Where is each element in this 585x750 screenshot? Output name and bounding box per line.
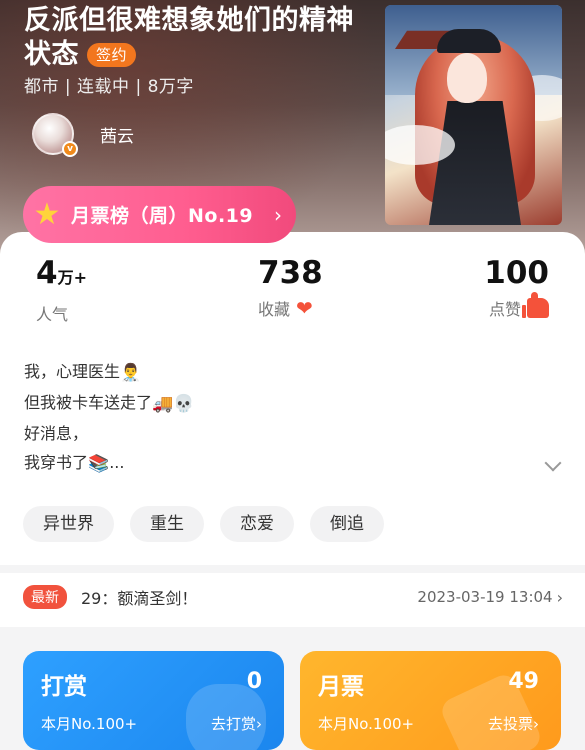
book-title: 反派但很难想象她们的精神状态 签约 [24, 4, 374, 72]
popularity-unit: 万+ [57, 268, 87, 287]
popularity-stat: 4万+ 人气 [36, 254, 87, 325]
reward-title: 打赏 [41, 674, 87, 700]
tag[interactable]: 恋爱 [220, 506, 294, 542]
doctor-emoji-icon: 👨‍⚕️ [120, 363, 142, 383]
truck-skull-emoji-icon: 🚚💀 [152, 394, 195, 414]
synopsis[interactable]: 我，心理医生👨‍⚕️ 但我被卡车送走了🚚💀 好消息， 我穿书了📚... [24, 357, 544, 479]
ticket-count: 49 [508, 669, 539, 694]
favorites-label: 收藏 [258, 300, 291, 319]
tag[interactable]: 倒追 [310, 506, 384, 542]
latest-chapter-time: 2023-03-19 13:04 [417, 588, 553, 606]
monthly-ticket-rank-button[interactable]: ★ 月票榜（周）No.19 › [23, 186, 296, 243]
reward-link-label: 去打赏 [210, 715, 256, 733]
signed-badge: 签约 [87, 43, 137, 67]
favorites-stat[interactable]: 738 收藏 ❤ [258, 254, 323, 320]
reward-count: 0 [246, 669, 262, 694]
favorites-value: 738 [258, 255, 323, 291]
popularity-value: 4 [36, 255, 58, 291]
popularity-label: 人气 [36, 305, 69, 324]
heart-icon[interactable]: ❤ [296, 296, 313, 320]
books-emoji-icon: 📚 [88, 454, 110, 474]
tag-list: 异世界 重生 恋爱 倒追 [23, 506, 384, 542]
book-detail-card: 4万+ 人气 738 收藏 ❤ 100 点赞 我，心理医生👨‍⚕️ 但我被卡车送走… [0, 232, 585, 627]
reward-link[interactable]: 去打赏› [211, 713, 262, 734]
reward-card[interactable]: 打赏 0 本月No.100+ 去打赏› [23, 651, 284, 750]
book-cover-image[interactable] [385, 5, 562, 225]
synopsis-line-1: 我，心理医生 [24, 362, 121, 381]
vote-link-label: 去投票 [487, 715, 533, 733]
section-divider [0, 565, 585, 573]
latest-chapter-row[interactable]: 最新 29：额滴圣剑！ 2023-03-19 13:04 › [23, 581, 563, 613]
book-meta: 都市 | 连载中 | 8万字 [24, 77, 194, 97]
ticket-rank: 本月No.100+ [318, 715, 415, 733]
new-badge: 最新 [23, 585, 67, 609]
likes-value: 100 [484, 255, 549, 291]
author-avatar[interactable]: v [32, 113, 78, 157]
star-icon: ★ [33, 196, 61, 232]
likes-label: 点赞 [488, 300, 521, 319]
chevron-down-icon[interactable] [544, 454, 562, 472]
rank-label: 月票榜（周）No.19 [71, 205, 254, 227]
author-name[interactable]: 茜云 [100, 122, 134, 147]
thumbs-up-icon[interactable] [522, 292, 549, 318]
book-title-text: 反派但很难想象她们的精神状态 [24, 5, 354, 70]
vote-link[interactable]: 去投票› [488, 713, 539, 734]
tag[interactable]: 异世界 [23, 506, 114, 542]
chevron-right-icon: › [556, 587, 563, 607]
synopsis-line-3: 好消息， [24, 424, 89, 443]
reward-rank: 本月No.100+ [41, 715, 138, 733]
synopsis-line-4: 我穿书了 [24, 453, 89, 472]
ticket-title: 月票 [318, 674, 364, 700]
likes-stat[interactable]: 100 点赞 [484, 254, 549, 320]
chevron-right-icon: › [274, 202, 282, 227]
latest-chapter-title: 29：额滴圣剑！ [81, 589, 198, 608]
synopsis-line-2: 但我被卡车送走了 [24, 393, 153, 412]
monthly-ticket-card[interactable]: 月票 49 本月No.100+ 去投票› [300, 651, 561, 750]
synopsis-ellipsis: ... [109, 453, 125, 472]
verified-icon: v [62, 141, 78, 157]
tag[interactable]: 重生 [130, 506, 204, 542]
author-info[interactable]: v 茜云 [32, 110, 134, 158]
